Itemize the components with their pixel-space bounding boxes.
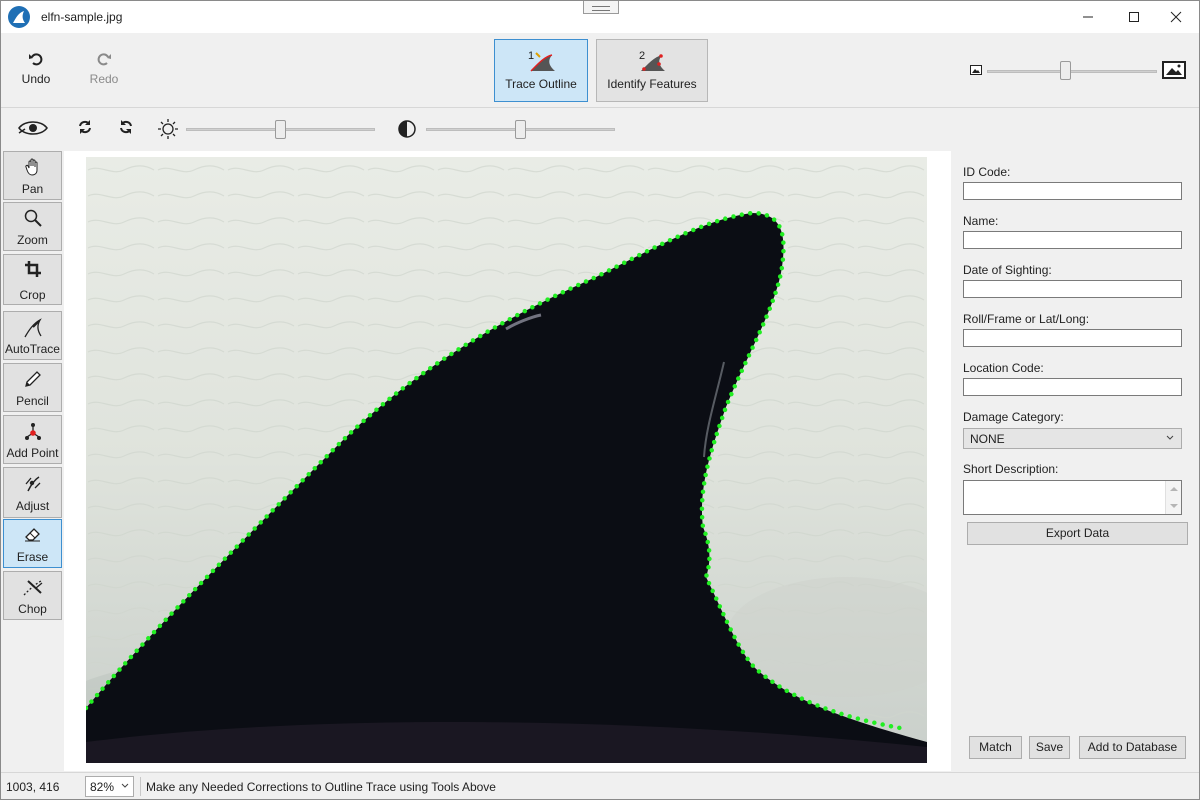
large-image-icon — [1162, 61, 1186, 79]
date-field[interactable] — [963, 280, 1182, 298]
contrast-slider-thumb[interactable] — [515, 120, 526, 139]
brightness-icon — [158, 119, 178, 139]
image-size-slider-track[interactable] — [987, 70, 1157, 73]
location-code-label: Location Code: — [963, 361, 1044, 375]
tool-autotrace-button[interactable]: AutoTrace — [3, 311, 62, 360]
tool-pan-button[interactable]: Pan — [3, 151, 62, 200]
brightness-slider-thumb[interactable] — [275, 120, 286, 139]
eraser-icon — [24, 528, 40, 542]
small-image-icon — [970, 65, 982, 75]
image-adjust-bar — [1, 109, 1199, 149]
minimize-icon — [1083, 16, 1093, 18]
fin-photo[interactable] — [86, 157, 927, 763]
tool-erase-button[interactable]: Erase — [3, 519, 62, 568]
id-code-field[interactable] — [963, 182, 1182, 200]
short-description-label: Short Description: — [963, 462, 1059, 476]
cursor-coordinates: 1003, 416 — [6, 780, 60, 794]
app-logo-icon — [8, 6, 30, 28]
export-data-button[interactable]: Export Data — [967, 522, 1188, 545]
zoom-select[interactable]: 82% — [85, 776, 134, 797]
status-bar: 1003, 416 82% Make any Needed Correction… — [1, 772, 1199, 799]
redo-icon — [79, 51, 129, 69]
zoom-value: 82% — [90, 780, 115, 794]
redo-button[interactable]: Redo — [79, 51, 129, 86]
app-window: elfn-sample.jpg Undo Redo 1 Trace Outlin… — [0, 0, 1200, 800]
image-size-slider-thumb[interactable] — [1060, 61, 1071, 80]
fin-data-form: ID Code: Name: Date of Sighting: Roll/Fr… — [953, 151, 1199, 771]
pencil-icon — [24, 371, 41, 387]
fin-features-icon — [641, 54, 665, 71]
description-scrollbar[interactable] — [1165, 481, 1181, 514]
tool-crop-button[interactable]: Crop — [3, 254, 62, 305]
main-toolbar: Undo Redo 1 Trace Outline 2 Identify Fea… — [1, 33, 1199, 108]
drag-handle[interactable] — [583, 1, 619, 14]
id-code-label: ID Code: — [963, 165, 1011, 179]
undo-button[interactable]: Undo — [11, 51, 61, 86]
tool-label: Zoom — [17, 233, 48, 247]
undo-label: Undo — [21, 72, 51, 86]
chevron-down-icon — [1166, 435, 1174, 440]
roll-frame-field[interactable] — [963, 329, 1182, 347]
name-field[interactable] — [963, 231, 1182, 249]
rotate-icon[interactable] — [119, 119, 133, 135]
tool-label: AutoTrace — [5, 342, 60, 356]
tool-label: Chop — [18, 602, 47, 616]
hand-icon — [24, 158, 37, 176]
chevron-down-icon — [121, 783, 129, 788]
maximize-button[interactable] — [1111, 1, 1157, 33]
eye-icon[interactable] — [17, 119, 49, 137]
contrast-icon — [398, 120, 416, 138]
location-code-field[interactable] — [963, 378, 1182, 396]
fin-image — [86, 157, 927, 763]
close-icon — [1170, 11, 1182, 23]
adjust-icon — [25, 476, 40, 492]
tool-label: Erase — [16, 550, 49, 564]
save-button[interactable]: Save — [1029, 736, 1070, 759]
refresh-icon[interactable] — [78, 119, 92, 135]
tool-zoom-button[interactable]: Zoom — [3, 202, 62, 251]
undo-icon — [11, 51, 61, 69]
tool-pencil-button[interactable]: Pencil — [3, 363, 62, 412]
tool-label: Pencil — [16, 394, 49, 408]
step-trace-outline-button[interactable]: 1 Trace Outline — [494, 39, 588, 102]
tool-label: Adjust — [15, 499, 50, 513]
add-point-icon — [24, 423, 41, 440]
redo-label: Redo — [89, 72, 119, 86]
damage-category-label: Damage Category: — [963, 410, 1064, 424]
tool-adjust-button[interactable]: Adjust — [3, 467, 62, 518]
tool-label: Add Point — [6, 446, 59, 460]
close-button[interactable] — [1153, 1, 1199, 33]
name-label: Name: — [963, 214, 999, 228]
status-separator — [140, 777, 141, 796]
magnifier-icon — [24, 209, 42, 227]
short-description-field[interactable] — [963, 480, 1182, 515]
step-identify-features-button[interactable]: 2 Identify Features — [596, 39, 708, 102]
tool-chop-button[interactable]: Chop — [3, 571, 62, 620]
step-label: Identify Features — [607, 77, 697, 91]
match-button[interactable]: Match — [969, 736, 1022, 759]
maximize-icon — [1129, 12, 1139, 22]
step-label: Trace Outline — [505, 77, 577, 91]
tool-add-point-button[interactable]: Add Point — [3, 415, 62, 464]
date-label: Date of Sighting: — [963, 263, 1052, 277]
damage-category-value: NONE — [970, 432, 1005, 446]
damage-category-select[interactable]: NONE — [963, 428, 1182, 449]
title-bar: elfn-sample.jpg — [1, 1, 1199, 33]
add-to-database-button[interactable]: Add to Database — [1079, 736, 1186, 759]
crop-icon — [24, 261, 41, 277]
tool-label: Pan — [21, 182, 44, 196]
minimize-button[interactable] — [1065, 1, 1111, 33]
autotrace-icon — [23, 318, 42, 338]
roll-frame-label: Roll/Frame or Lat/Long: — [963, 312, 1090, 326]
window-title: elfn-sample.jpg — [41, 10, 123, 24]
fin-trace-icon — [530, 52, 555, 72]
chop-icon — [23, 580, 42, 596]
status-message: Make any Needed Corrections to Outline T… — [146, 780, 496, 794]
tool-label: Crop — [19, 288, 46, 302]
